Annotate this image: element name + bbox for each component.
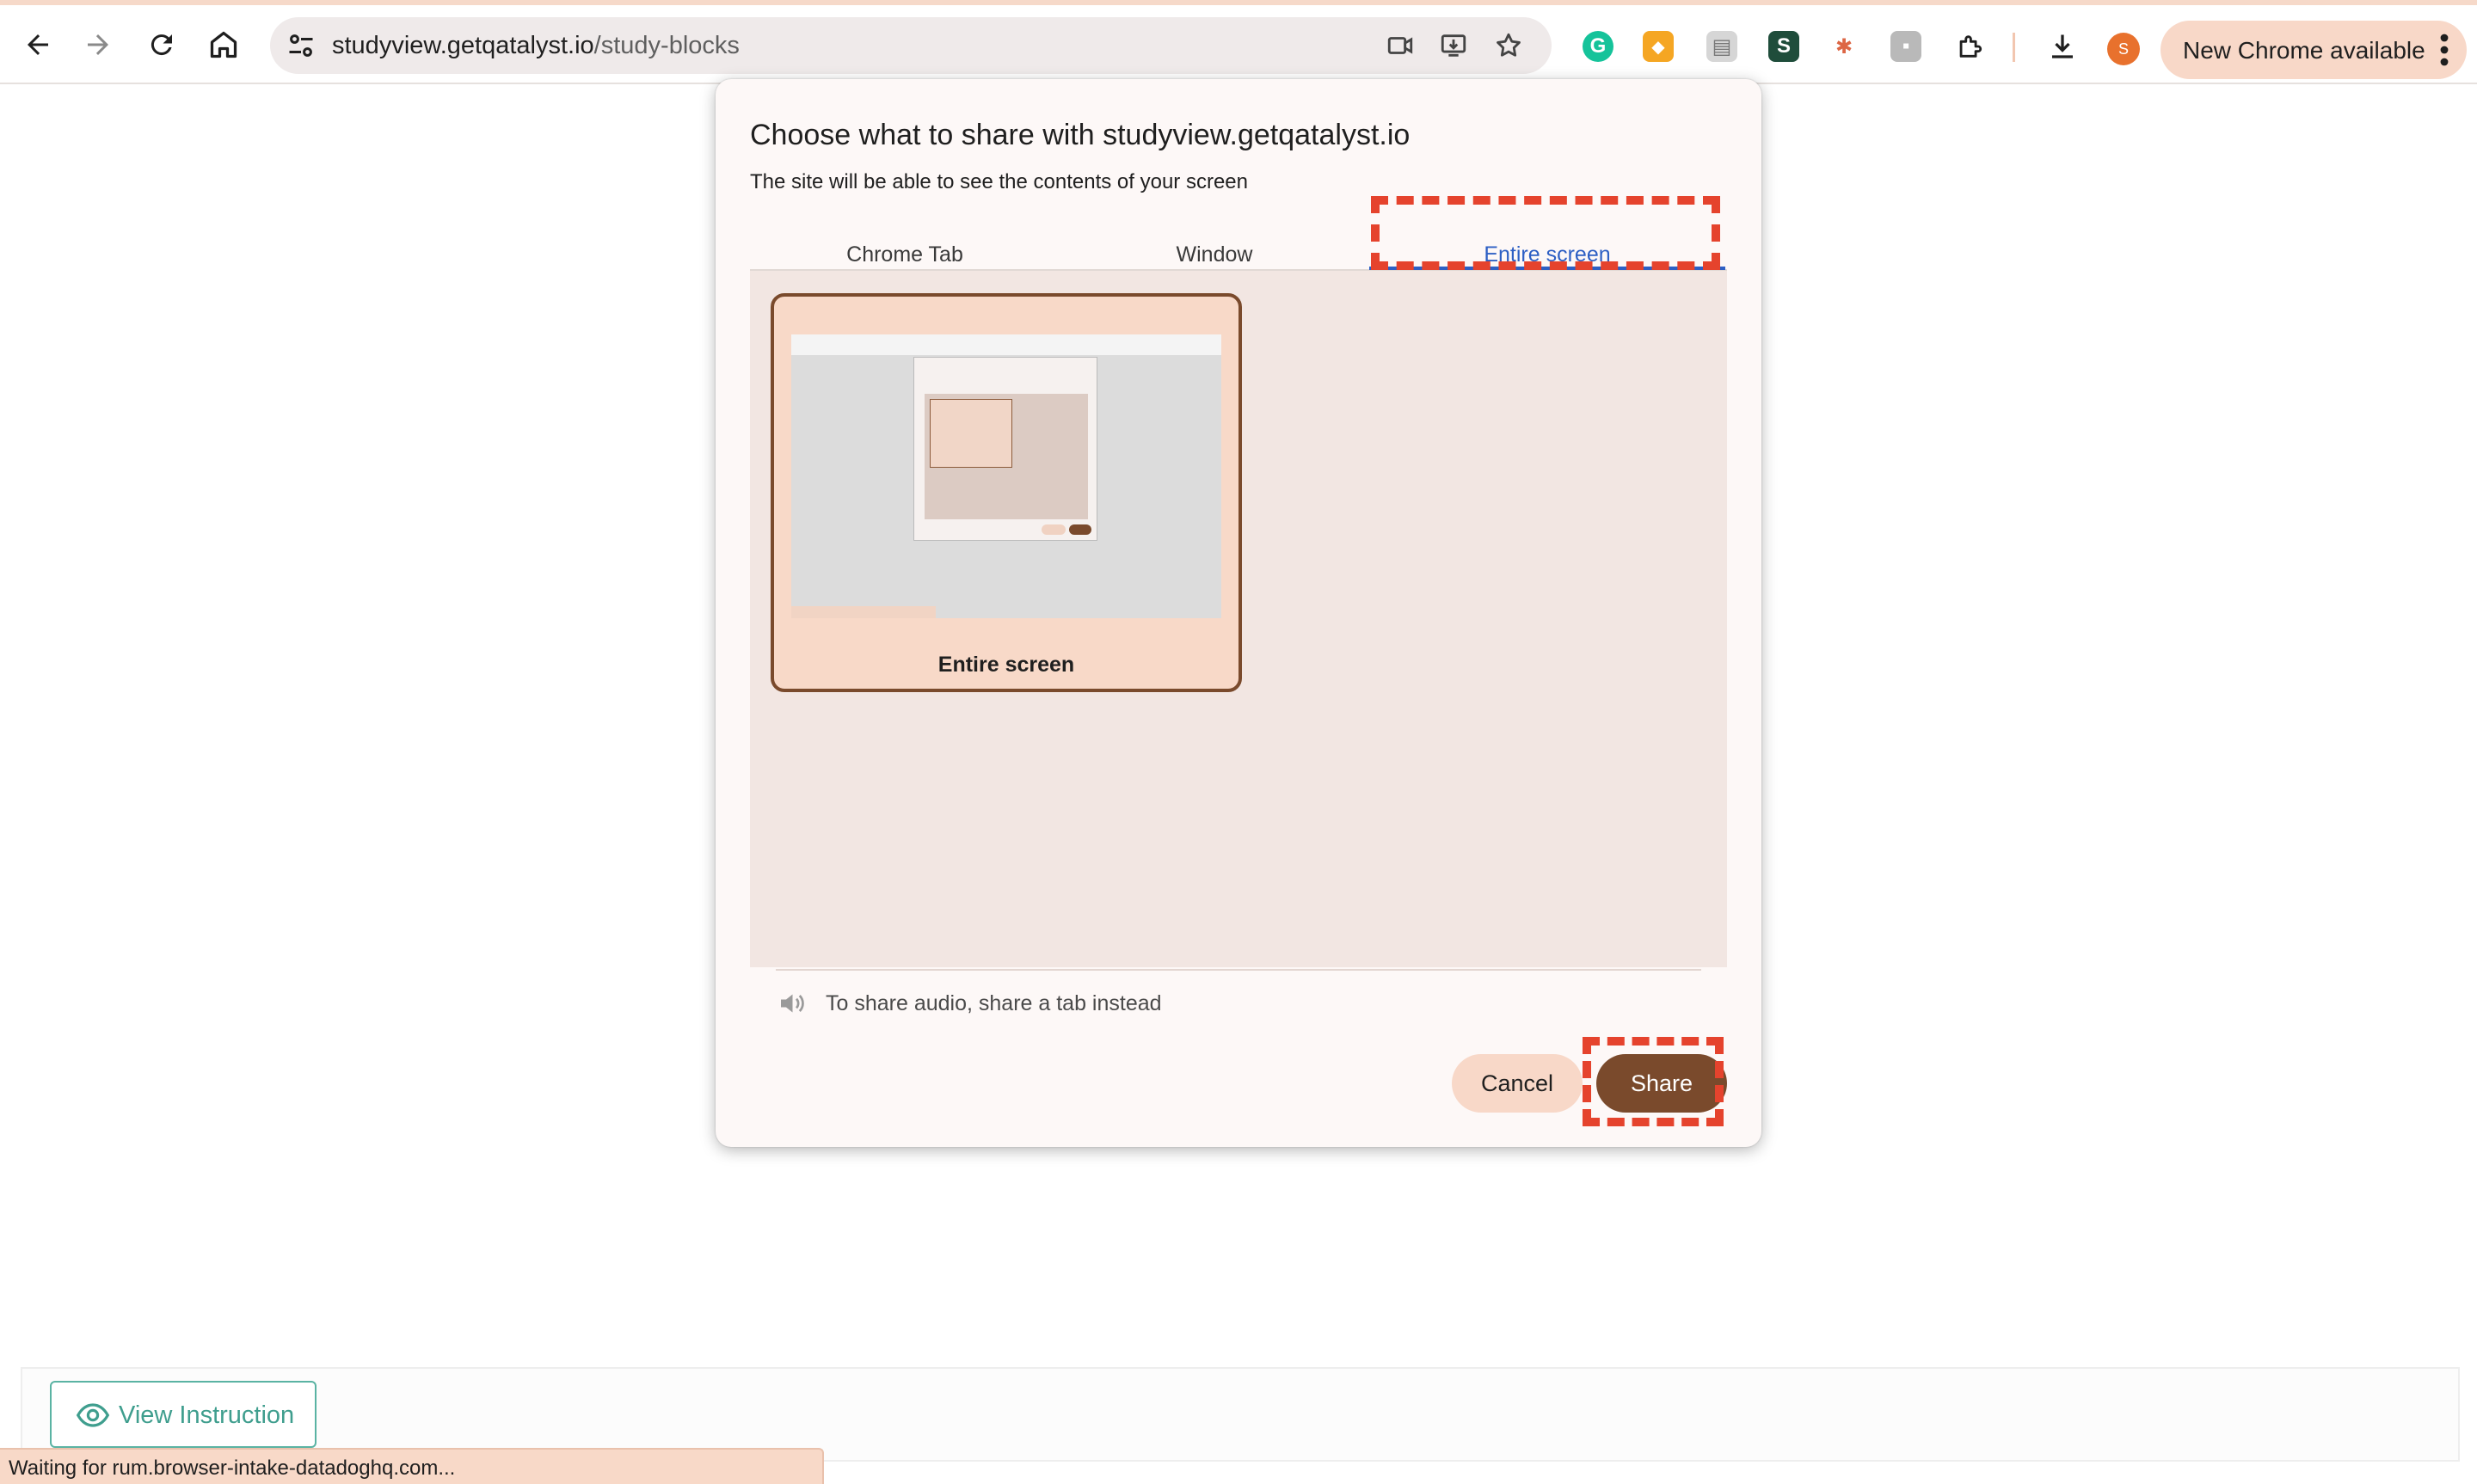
eye-icon bbox=[76, 1403, 110, 1427]
puzzle-icon[interactable] bbox=[1954, 31, 1985, 62]
status-bar: Waiting for rum.browser-intake-datadoghq… bbox=[0, 1448, 824, 1484]
audio-divider bbox=[776, 969, 1701, 971]
browser-toolbar: studyview.getqatalyst.io/study-blocks G … bbox=[0, 5, 2477, 84]
cancel-button[interactable]: Cancel bbox=[1452, 1054, 1583, 1113]
home-icon[interactable] bbox=[203, 24, 244, 65]
view-instruction-button[interactable]: View Instruction bbox=[50, 1381, 317, 1448]
status-text: Waiting for rum.browser-intake-datadoghq… bbox=[9, 1456, 456, 1480]
url-host: studyview.getqatalyst.io bbox=[332, 32, 594, 59]
brave-icon[interactable]: ◆ bbox=[1643, 31, 1674, 62]
kebab-menu-icon[interactable] bbox=[2437, 33, 2451, 67]
site-settings-icon[interactable] bbox=[286, 30, 317, 61]
dialog-subtitle: The site will be able to see the content… bbox=[750, 170, 1248, 193]
speaker-muted-icon bbox=[781, 994, 804, 1013]
audio-note: To share audio, share a tab instead bbox=[826, 991, 1162, 1015]
screen-thumbnail bbox=[791, 334, 1221, 618]
dialog-title: Choose what to share with studyview.getq… bbox=[750, 119, 1411, 151]
install-app-icon[interactable] bbox=[1436, 28, 1471, 63]
url-text: studyview.getqatalyst.io/study-blocks bbox=[332, 32, 740, 60]
profile-avatar[interactable]: S bbox=[2107, 33, 2140, 65]
new-chrome-label: New Chrome available bbox=[2183, 37, 2425, 64]
photo-extension-icon[interactable]: ▪ bbox=[1890, 31, 1921, 62]
source-panel: Entire screen To share audio, share a ta… bbox=[750, 271, 1727, 1015]
download-icon[interactable] bbox=[2047, 31, 2078, 62]
forward-arrow-icon[interactable] bbox=[77, 24, 119, 65]
share-button-highlight-annotation bbox=[1583, 1037, 1724, 1126]
scribe-icon[interactable]: S bbox=[1768, 31, 1799, 62]
grammarly-icon[interactable]: G bbox=[1583, 31, 1613, 62]
entire-screen-highlight-annotation bbox=[1371, 196, 1720, 270]
reload-icon[interactable] bbox=[141, 24, 182, 65]
new-chrome-available-button[interactable]: New Chrome available bbox=[2160, 21, 2467, 79]
url-path: /study-blocks bbox=[593, 32, 740, 59]
camera-icon[interactable] bbox=[1383, 28, 1417, 63]
toolbar-divider bbox=[2013, 33, 2015, 62]
back-arrow-icon[interactable] bbox=[17, 24, 58, 65]
entire-screen-option[interactable]: Entire screen bbox=[771, 293, 1242, 692]
source-label: Entire screen bbox=[937, 653, 1075, 677]
address-bar[interactable]: studyview.getqatalyst.io/study-blocks bbox=[270, 17, 1552, 74]
bookmark-star-icon[interactable] bbox=[1491, 28, 1526, 63]
screen-share-dialog: Choose what to share with studyview.getq… bbox=[716, 79, 1761, 1147]
clipboard-icon[interactable]: ▤ bbox=[1706, 31, 1737, 62]
pinwheel-icon[interactable]: ✱ bbox=[1829, 31, 1859, 62]
view-instruction-label: View Instruction bbox=[119, 1401, 295, 1429]
